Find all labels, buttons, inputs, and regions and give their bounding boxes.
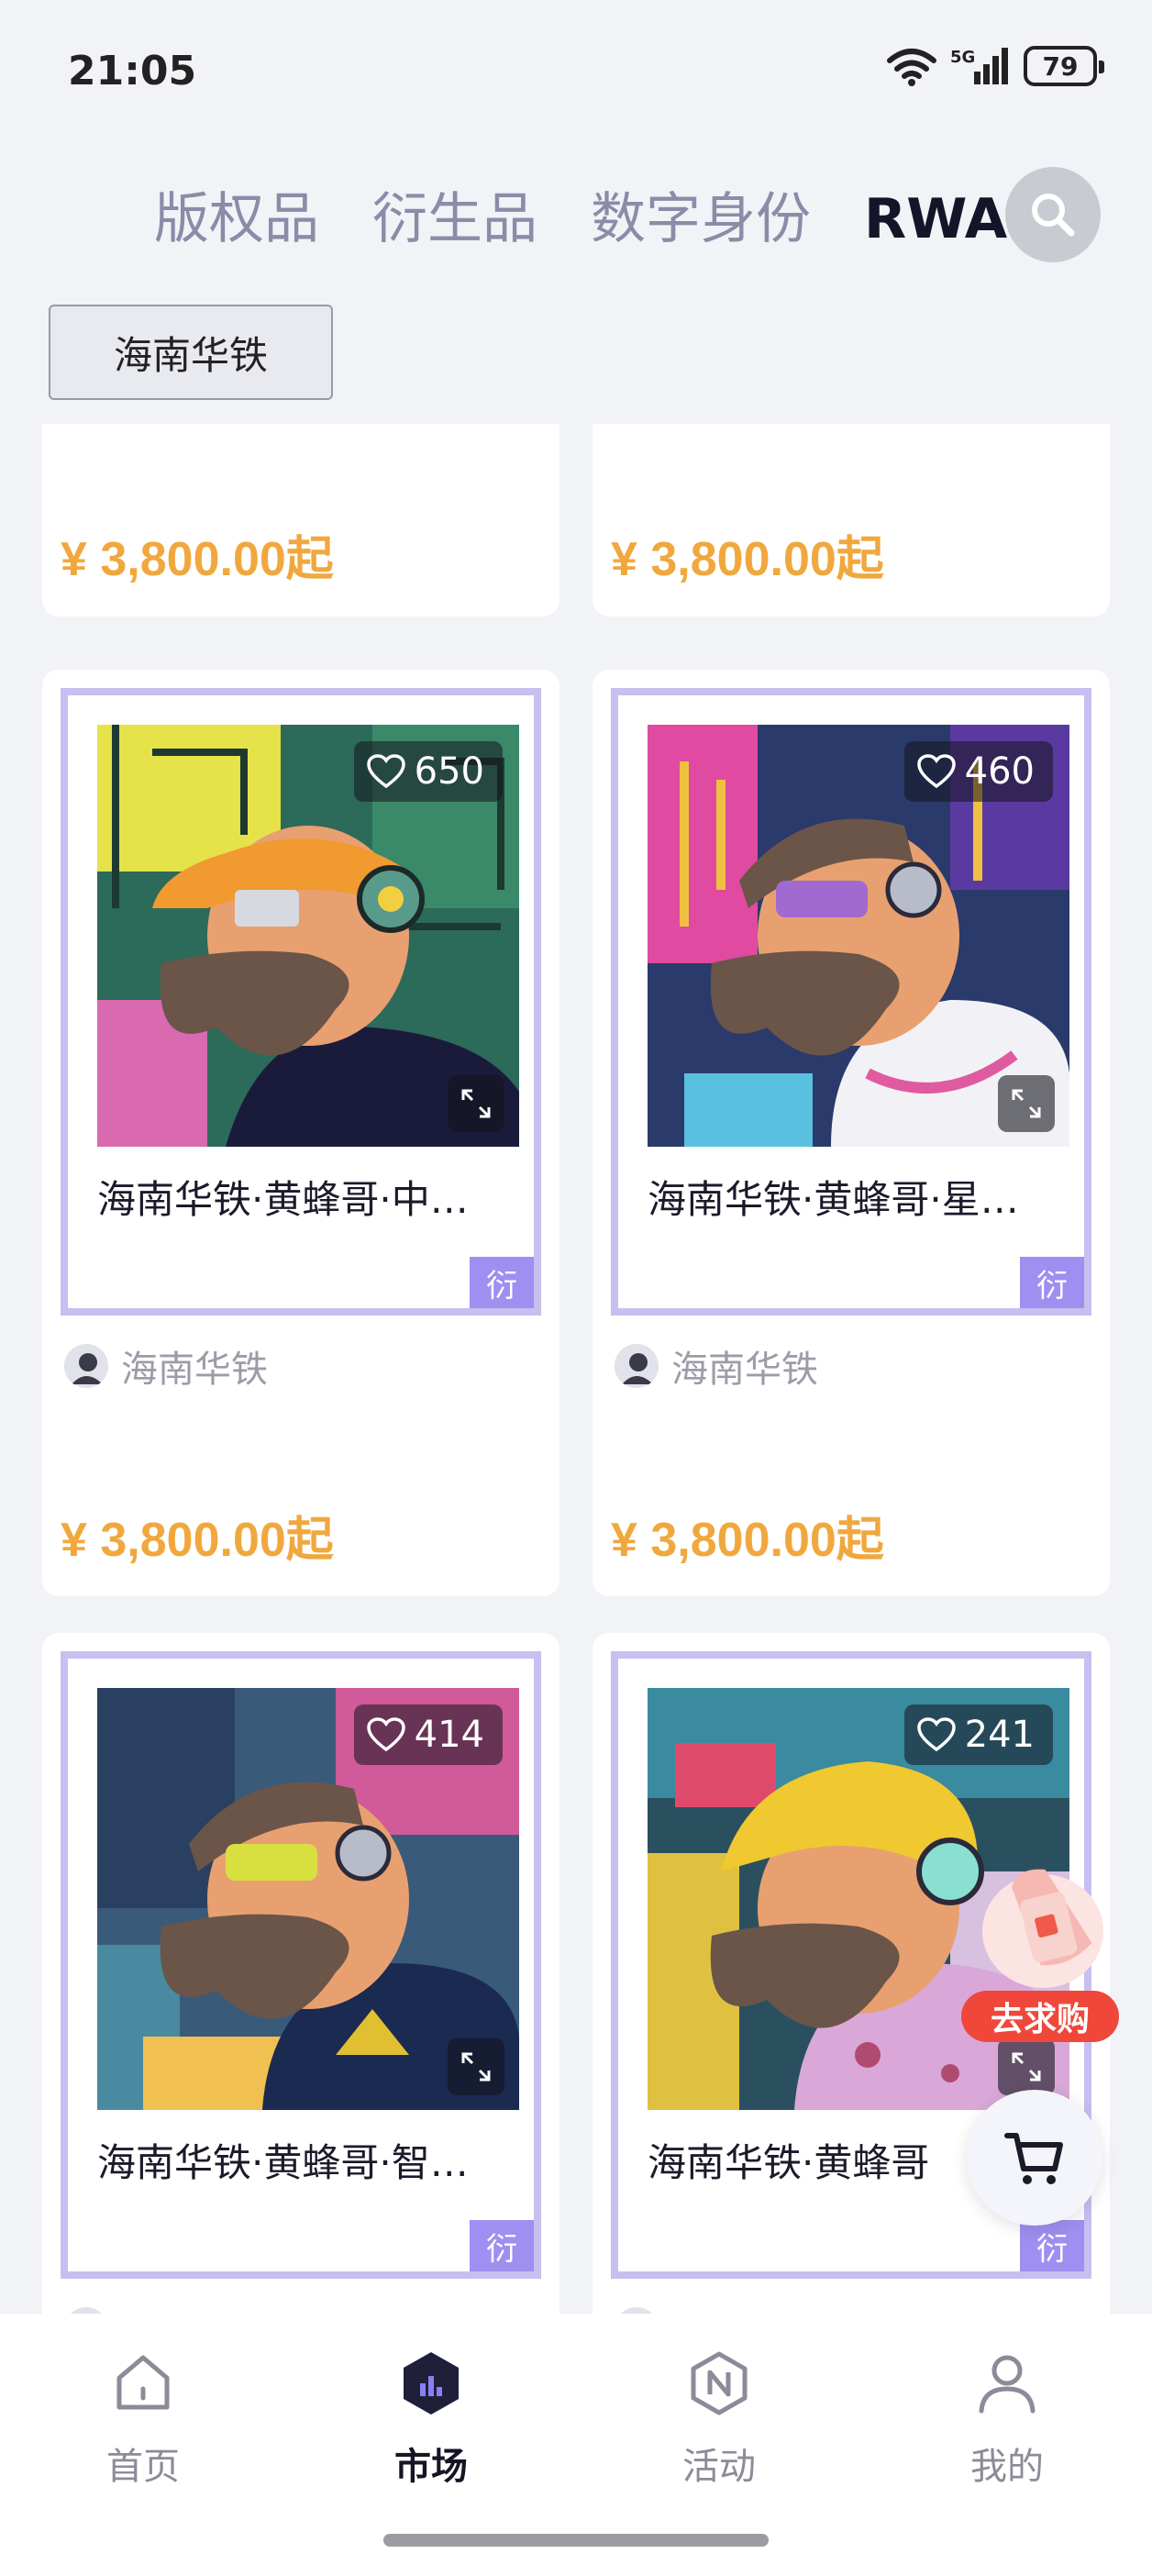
product-title: 海南华铁·黄蜂哥·智…	[97, 2140, 469, 2185]
expand-icon	[1012, 1089, 1041, 1118]
expand-button[interactable]	[998, 1075, 1055, 1132]
derivative-badge: 衍	[1020, 2220, 1084, 2271]
product-card[interactable]: 460 海南华铁·黄蜂哥·星… 衍 海南华铁 ¥ 3,800.00起	[593, 670, 1110, 1596]
expand-icon	[1012, 2052, 1041, 2082]
nav-market-label: 市场	[394, 2446, 468, 2488]
product-image: 650	[97, 725, 519, 1147]
tab-copyright[interactable]: 版权品	[154, 174, 319, 254]
product-card-partial-left[interactable]: ¥ 3,800.00起	[42, 424, 559, 616]
product-card-partial-right[interactable]: ¥ 3,800.00起	[593, 424, 1110, 616]
derivative-badge: 衍	[1020, 1257, 1084, 1308]
product-image: 414	[97, 1688, 519, 2110]
search-button[interactable]	[1005, 167, 1101, 262]
creator-avatar	[64, 1344, 108, 1388]
tab-rwa[interactable]: RWA	[864, 187, 1007, 251]
market-icon	[404, 2352, 459, 2415]
nav-home[interactable]: 首页	[51, 2350, 235, 2490]
creator[interactable]: 海南华铁	[615, 2303, 818, 2314]
svg-text:5G: 5G	[950, 48, 975, 67]
nav-profile-label: 我的	[970, 2446, 1044, 2488]
activity-icon	[691, 2351, 748, 2415]
expand-button[interactable]	[998, 2038, 1055, 2095]
creator-avatar	[64, 2307, 108, 2314]
creator-name: 海南华铁	[121, 2303, 268, 2314]
filter-chip-brand[interactable]: 海南华铁	[49, 305, 333, 400]
product-card[interactable]: 414 海南华铁·黄蜂哥·智… 衍 海南华铁	[42, 1633, 559, 2314]
buy-request-button[interactable]: 去求购	[961, 1844, 1126, 2046]
likes-badge[interactable]: 414	[353, 1704, 503, 1765]
price: ¥ 3,800.00起	[611, 533, 884, 586]
gift-icon	[982, 1869, 1103, 1988]
creator[interactable]: 海南华铁	[64, 2303, 268, 2314]
heart-icon	[916, 754, 956, 789]
tab-derivatives[interactable]: 衍生品	[372, 174, 537, 254]
status-time: 21:05	[68, 48, 197, 94]
creator[interactable]: 海南华铁	[64, 1339, 268, 1393]
likes-count: 414	[414, 1714, 484, 1756]
creator[interactable]: 海南华铁	[615, 1339, 818, 1393]
cart-icon	[1004, 2133, 1063, 2184]
product-card[interactable]: 650 海南华铁·黄蜂哥·中… 衍 海南华铁 ¥ 3,800.00起	[42, 670, 559, 1596]
nav-profile[interactable]: 我的	[915, 2350, 1099, 2490]
card-frame: 414 海南华铁·黄蜂哥·智… 衍	[61, 1651, 541, 2279]
expand-icon	[461, 1089, 491, 1118]
derivative-badge: 衍	[470, 1257, 534, 1308]
expand-button[interactable]	[448, 1075, 504, 1132]
heart-icon	[366, 1717, 405, 1752]
card-frame: 650 海南华铁·黄蜂哥·中… 衍	[61, 688, 541, 1316]
expand-icon	[461, 2052, 491, 2082]
card-frame: 460 海南华铁·黄蜂哥·星… 衍	[611, 688, 1091, 1316]
signal-icon: 5G	[950, 48, 1008, 84]
creator-avatar	[615, 2307, 659, 2314]
derivative-badge: 衍	[470, 2220, 534, 2271]
creator-name: 海南华铁	[671, 1349, 818, 1391]
cart-button[interactable]	[967, 2090, 1102, 2226]
category-tabs: 版权品 衍生品 数字身份 RWA	[154, 174, 1060, 254]
search-icon	[1032, 194, 1075, 237]
price: ¥ 3,800.00起	[61, 533, 334, 586]
home-icon	[116, 2355, 170, 2410]
likes-badge[interactable]: 460	[903, 741, 1053, 802]
likes-badge[interactable]: 241	[903, 1704, 1053, 1765]
heart-icon	[366, 754, 405, 789]
likes-count: 241	[964, 1714, 1035, 1756]
profile-icon	[979, 2355, 1036, 2414]
market-screen: 21:05 5G 79 版权品 衍生品 数字身份 RWA 海南华铁 ¥ 3,80…	[0, 0, 1152, 2576]
tab-digital-identity[interactable]: 数字身份	[591, 174, 811, 254]
heart-icon	[916, 1717, 956, 1752]
status-icons: 5G 79	[886, 46, 1104, 86]
price: ¥ 3,800.00起	[611, 1514, 884, 1567]
price: ¥ 3,800.00起	[61, 1514, 334, 1567]
nav-activity-label: 活动	[682, 2446, 756, 2488]
product-title: 海南华铁·黄蜂哥·中…	[97, 1177, 469, 1222]
likes-count: 650	[414, 750, 484, 793]
buy-request-label: 去求购	[961, 1991, 1119, 2042]
product-title: 海南华铁·黄蜂哥·星…	[648, 1177, 1019, 1222]
nav-home-label: 首页	[106, 2446, 180, 2488]
expand-button[interactable]	[448, 2038, 504, 2095]
nav-market[interactable]: 市场	[339, 2350, 523, 2490]
likes-badge[interactable]: 650	[353, 741, 503, 802]
creator-name: 海南华铁	[671, 2303, 818, 2314]
wifi-icon	[887, 49, 936, 86]
battery-indicator: 79	[1024, 46, 1104, 86]
product-image: 460	[648, 725, 1069, 1147]
home-indicator[interactable]	[383, 2534, 769, 2547]
nav-activity[interactable]: 活动	[627, 2350, 811, 2490]
likes-count: 460	[964, 750, 1035, 793]
creator-avatar	[615, 1344, 659, 1388]
creator-name: 海南华铁	[121, 1349, 268, 1391]
